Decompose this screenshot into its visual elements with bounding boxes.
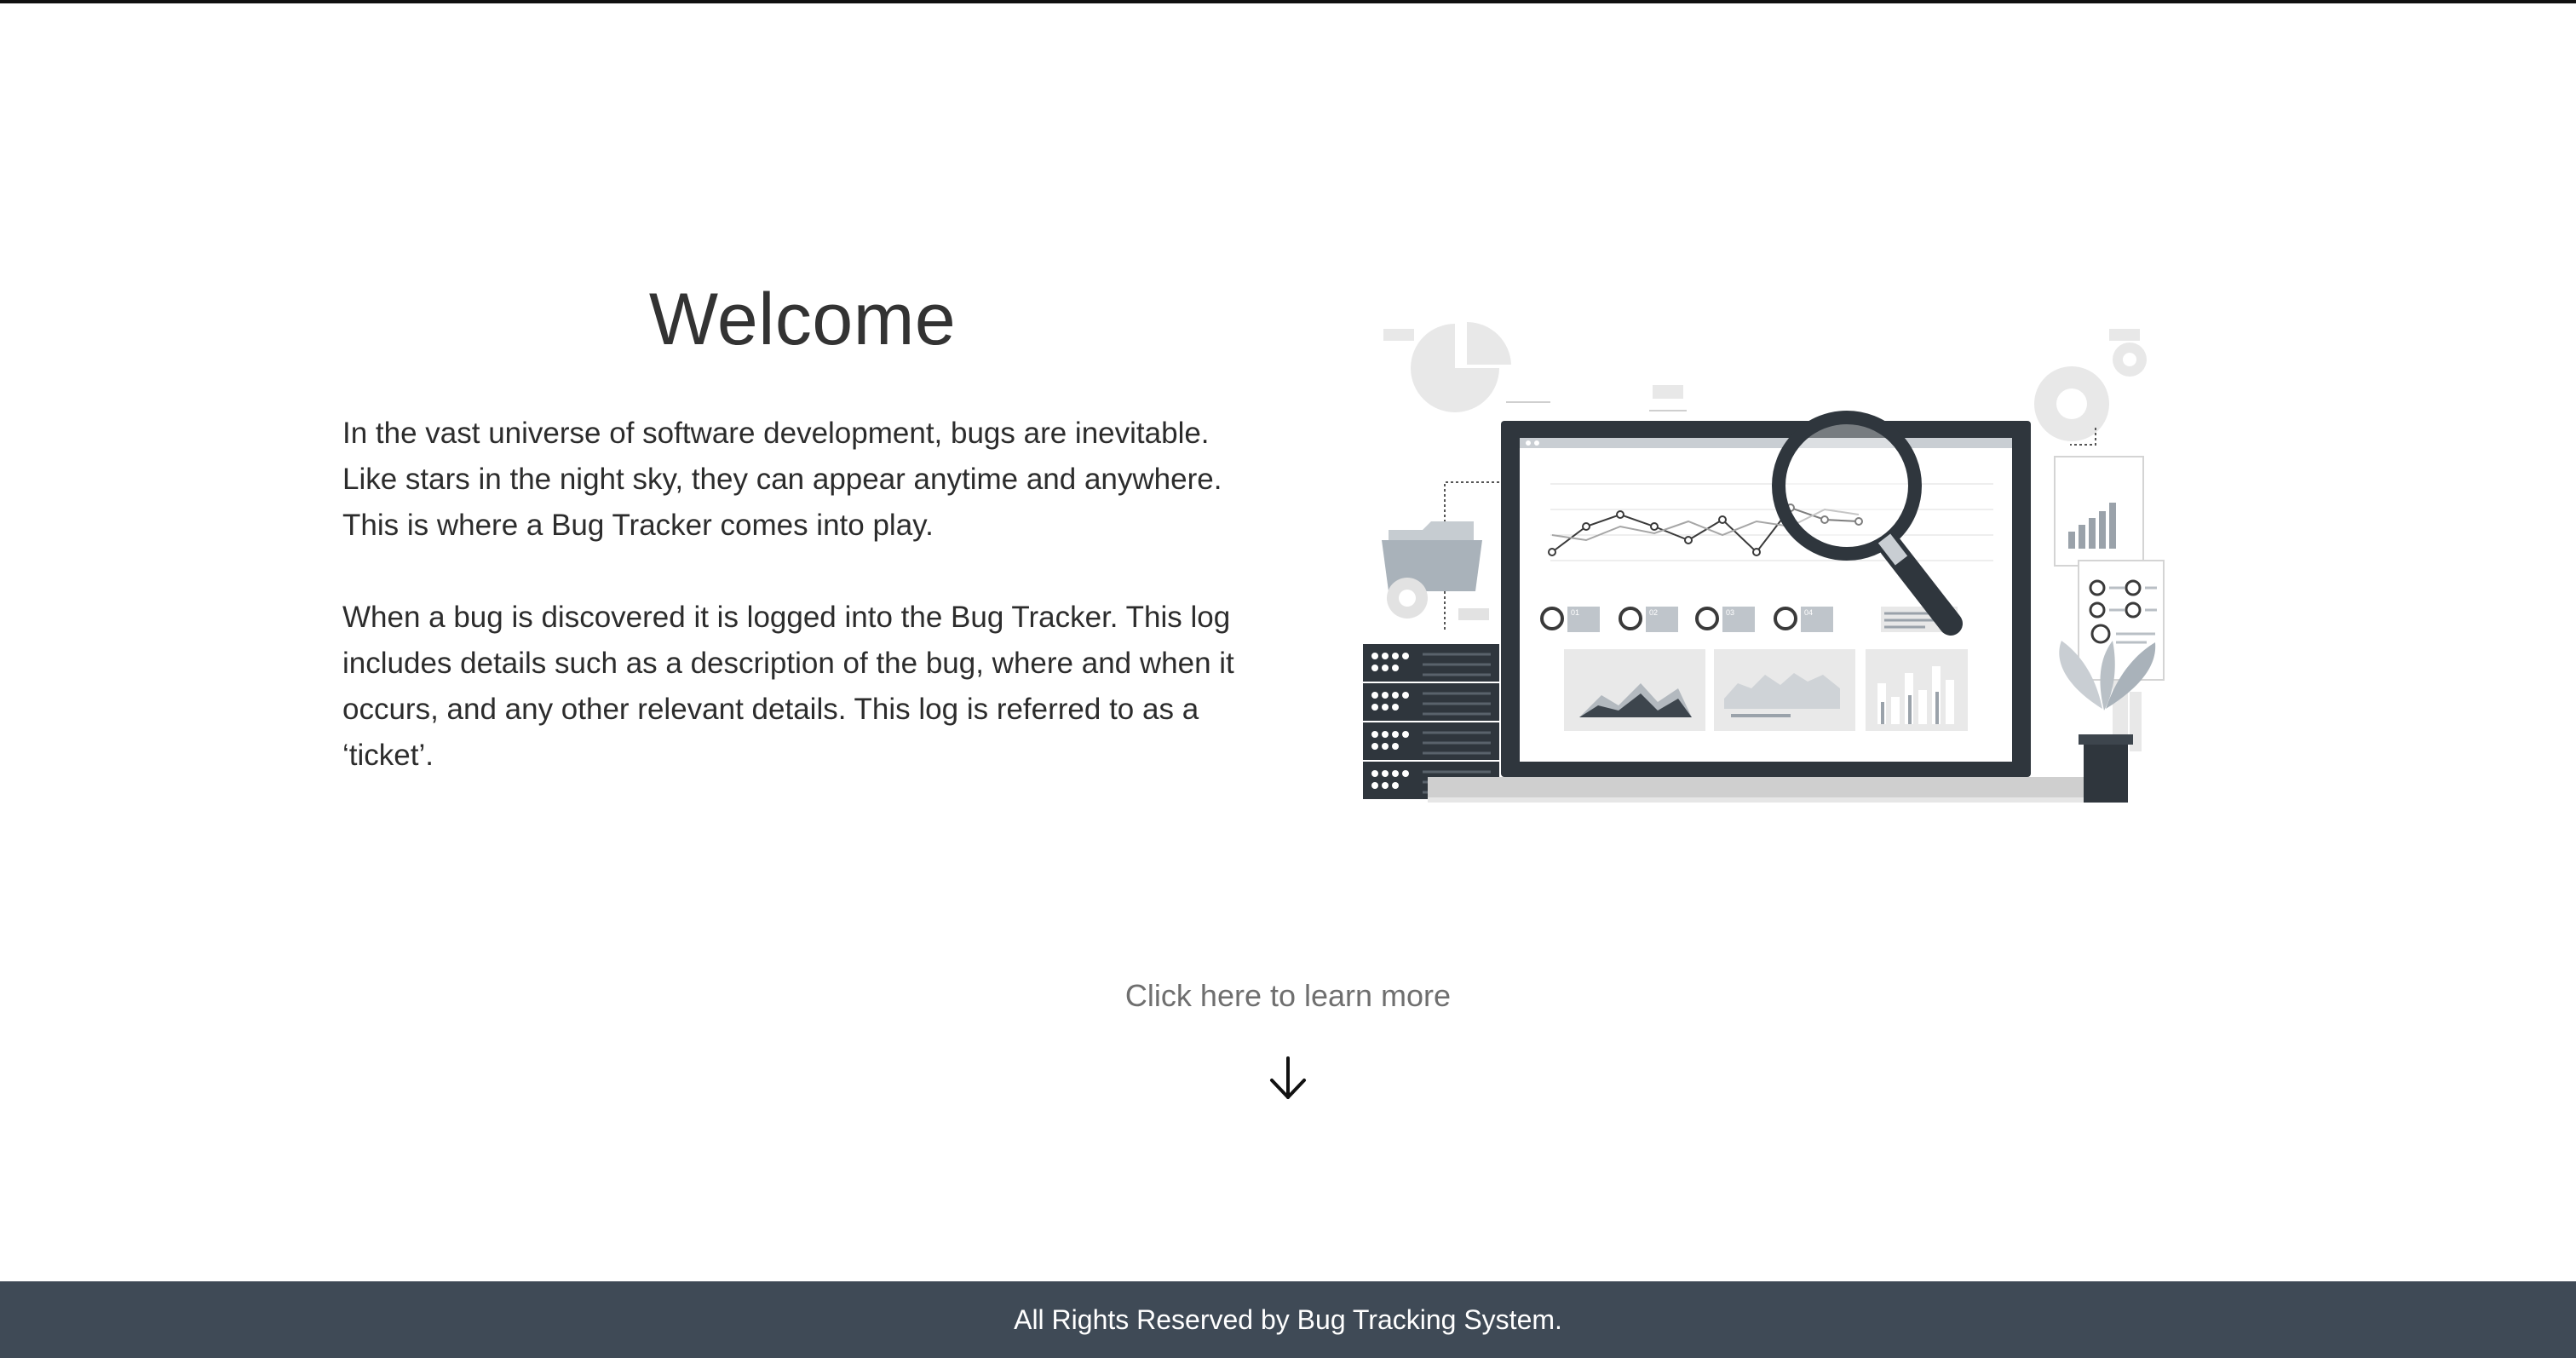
kpi-label-3: 03 (1726, 608, 1734, 617)
learn-more-link[interactable]: Click here to learn more (1125, 978, 1451, 1013)
kpi-label-1: 01 (1571, 608, 1579, 617)
footer: All Rights Reserved by Bug Tracking Syst… (0, 1281, 2576, 1358)
learn-more-section: Click here to learn more (0, 978, 2576, 1014)
analytics-illustration: 01 02 03 04 (1363, 317, 2181, 811)
ticket-paragraph: When a bug is discovered it is logged in… (342, 601, 1234, 772)
top-border (0, 0, 2576, 3)
kpi-label-2: 02 (1649, 608, 1658, 617)
arrow-down-icon[interactable] (1268, 1056, 1308, 1101)
welcome-title: Welcome (648, 279, 957, 360)
welcome-section: Welcome In the vast universe of software… (342, 273, 1262, 825)
kpi-label-4: 04 (1804, 608, 1813, 617)
footer-text: All Rights Reserved by Bug Tracking Syst… (1014, 1303, 1562, 1335)
intro-paragraph: In the vast universe of software develop… (342, 417, 1222, 542)
